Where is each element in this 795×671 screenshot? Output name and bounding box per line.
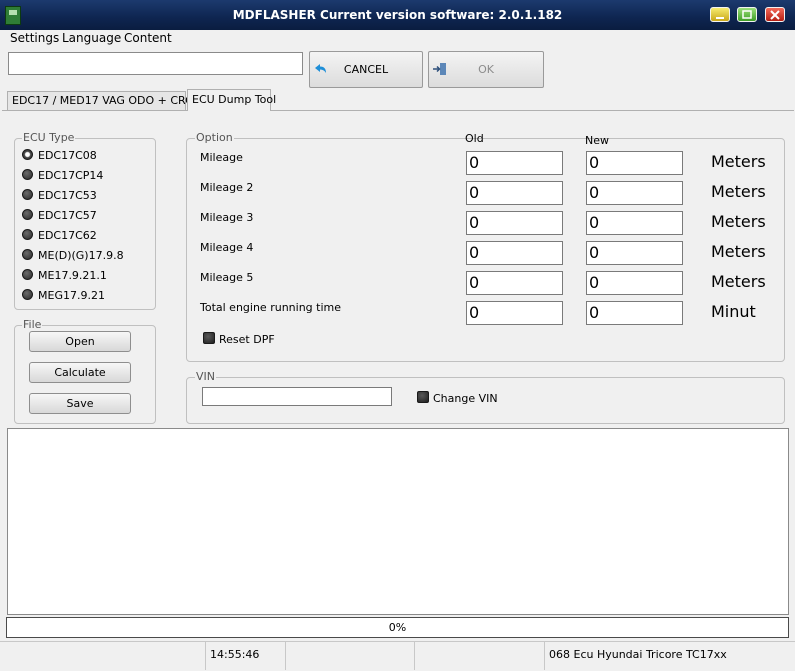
progress-bar: 0% (6, 617, 789, 638)
radio-label: ME(D)(G)17.9.8 (38, 249, 124, 262)
mileage-new-field[interactable]: 0 (586, 151, 683, 175)
radio-edc17c62[interactable] (22, 229, 33, 240)
mileage-3-old-field[interactable]: 0 (466, 211, 563, 235)
old-header: Old (465, 132, 484, 145)
window-title: MDFLASHER Current version software: 2.0.… (232, 8, 563, 22)
engine-time-label: Total engine running time (200, 301, 341, 314)
title-bar: MDFLASHER Current version software: 2.0.… (0, 0, 795, 30)
open-button[interactable]: Open (29, 331, 131, 352)
radio-edc17c53[interactable] (22, 189, 33, 200)
mileage-label: Mileage (200, 151, 243, 164)
menu-content[interactable]: Content (124, 31, 172, 45)
radio-label: EDC17CP14 (38, 169, 104, 182)
reset-dpf-label: Reset DPF (219, 333, 275, 346)
vin-title: VIN (195, 370, 216, 383)
cancel-label: CANCEL (343, 63, 389, 76)
save-button[interactable]: Save (29, 393, 131, 414)
engine-time-new-field[interactable]: 0 (586, 301, 683, 325)
radio-label: EDC17C53 (38, 189, 97, 202)
maximize-button[interactable] (737, 7, 757, 22)
change-vin-checkbox[interactable] (417, 391, 429, 403)
menu-bar: Settings Language Content (0, 30, 795, 47)
option-title: Option (195, 131, 234, 144)
mileage-3-new-field[interactable]: 0 (586, 211, 683, 235)
ok-label: OK (478, 63, 494, 76)
mileage-unit: Meters (711, 152, 766, 171)
tab-edc17-med17[interactable]: EDC17 / MED17 VAG ODO + CRC (7, 91, 193, 110)
radio-edc17cp14[interactable] (22, 169, 33, 180)
mileage-2-unit: Meters (711, 182, 766, 201)
menu-settings[interactable]: Settings (10, 31, 59, 45)
status-divider (285, 641, 286, 670)
log-area[interactable] (7, 428, 789, 615)
minimize-button[interactable] (710, 7, 730, 22)
top-input-field[interactable] (8, 52, 303, 75)
status-divider (205, 641, 206, 670)
mileage-2-old-field[interactable]: 0 (466, 181, 563, 205)
mileage-2-label: Mileage 2 (200, 181, 254, 194)
status-divider (544, 641, 545, 670)
ecu-type-title: ECU Type (22, 131, 76, 144)
radio-label: EDC17C57 (38, 209, 97, 222)
minimize-icon (716, 17, 724, 19)
file-title: File (22, 318, 43, 331)
mileage-5-old-field[interactable]: 0 (466, 271, 563, 295)
radio-label: ME17.9.21.1 (38, 269, 107, 282)
mileage-3-label: Mileage 3 (200, 211, 254, 224)
ecu-type-group (14, 138, 156, 310)
status-time: 14:55:46 (210, 648, 260, 661)
progress-text: 0% (388, 621, 407, 634)
mileage-3-unit: Meters (711, 212, 766, 231)
new-header: New (585, 134, 609, 147)
engine-time-old-field[interactable]: 0 (466, 301, 563, 325)
vin-input[interactable] (202, 387, 392, 406)
mileage-old-field[interactable]: 0 (466, 151, 563, 175)
enter-door-icon (433, 63, 446, 75)
status-divider (414, 641, 415, 670)
close-icon (770, 10, 780, 20)
mileage-4-old-field[interactable]: 0 (466, 241, 563, 265)
mileage-4-label: Mileage 4 (200, 241, 254, 254)
mileage-5-unit: Meters (711, 272, 766, 291)
ok-button[interactable]: OK (428, 51, 544, 88)
mileage-2-new-field[interactable]: 0 (586, 181, 683, 205)
menu-language[interactable]: Language (62, 31, 121, 45)
mileage-5-new-field[interactable]: 0 (586, 271, 683, 295)
radio-meg17-9-21[interactable] (22, 289, 33, 300)
radio-edc17c57[interactable] (22, 209, 33, 220)
radio-label: MEG17.9.21 (38, 289, 105, 302)
engine-time-unit: Minut (711, 302, 756, 321)
maximize-icon (742, 10, 752, 19)
close-button[interactable] (765, 7, 785, 22)
change-vin-label: Change VIN (433, 392, 498, 405)
status-info: 068 Ecu Hyundai Tricore TC17xx (549, 648, 727, 661)
reset-dpf-checkbox[interactable] (203, 332, 215, 344)
mileage-4-unit: Meters (711, 242, 766, 261)
radio-me17-9-21-1[interactable] (22, 269, 33, 280)
radio-label: EDC17C08 (38, 149, 97, 162)
calculate-button[interactable]: Calculate (29, 362, 131, 383)
back-arrow-icon (315, 64, 326, 73)
radio-edc17c08[interactable] (22, 149, 33, 160)
mileage-5-label: Mileage 5 (200, 271, 254, 284)
tab-divider (2, 110, 794, 111)
radio-medg17-9-8[interactable] (22, 249, 33, 260)
cancel-button[interactable]: CANCEL (309, 51, 423, 88)
mileage-4-new-field[interactable]: 0 (586, 241, 683, 265)
tab-ecu-dump-tool[interactable]: ECU Dump Tool (187, 89, 276, 111)
radio-label: EDC17C62 (38, 229, 97, 242)
